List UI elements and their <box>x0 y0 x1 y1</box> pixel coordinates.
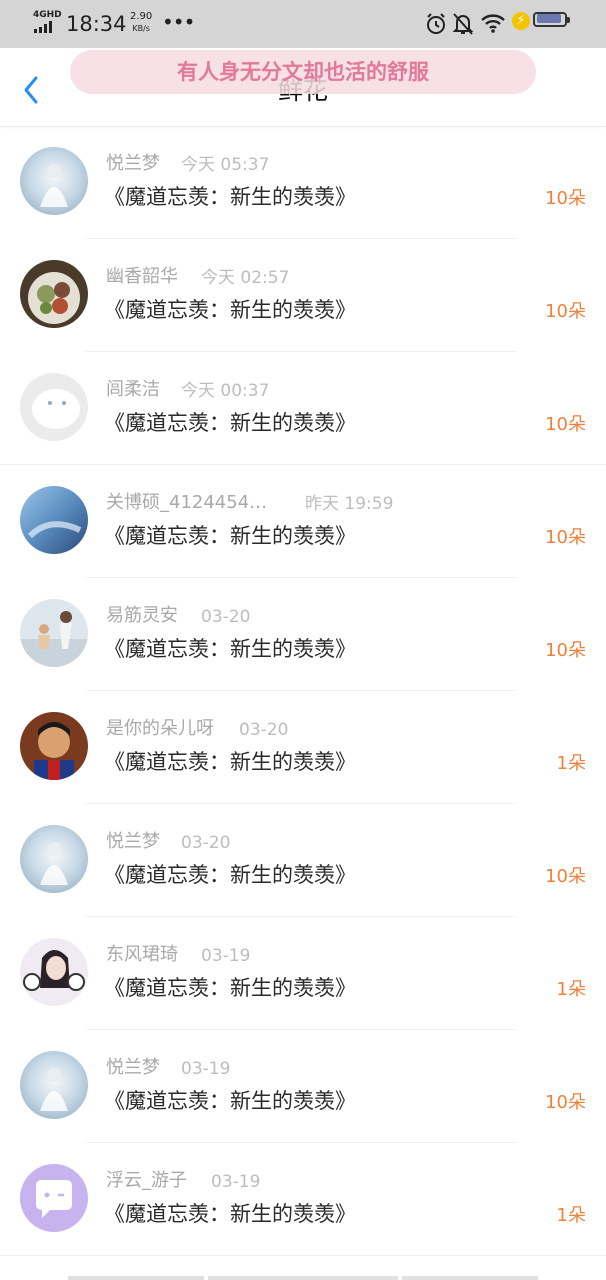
avatar[interactable] <box>20 260 88 328</box>
user-name[interactable]: 是你的朵儿呀 <box>106 717 214 741</box>
flower-count: 1朵 <box>556 753 586 774</box>
toast-message: 有人身无分文却也活的舒服 <box>70 50 536 94</box>
status-icons: ⚡ <box>424 12 574 36</box>
user-name[interactable]: 关博硕_4124454… <box>106 491 267 515</box>
list-item[interactable]: 东风珺琦 03-19 《魔道忘羡：新生的羡羡》 1朵 <box>0 917 606 1030</box>
user-name[interactable]: 悦兰梦 <box>106 830 160 854</box>
time: 03-20 <box>201 607 251 627</box>
flower-count: 1朵 <box>556 1205 586 1226</box>
flower-list: 悦兰梦 今天 05:37 《魔道忘羡：新生的羡羡》 10朵 幽香韶华 今天 02… <box>0 126 606 1256</box>
wifi-icon <box>480 12 506 38</box>
user-name[interactable]: 闾柔洁 <box>106 378 160 402</box>
list-item[interactable]: 浮云_游子 03-19 《魔道忘羡：新生的羡羡》 1朵 <box>0 1143 606 1256</box>
avatar[interactable] <box>20 599 88 667</box>
book-title[interactable]: 《魔道忘羡：新生的羡羡》 <box>104 1086 356 1116</box>
time: 03-20 <box>239 720 289 740</box>
avatar[interactable] <box>20 1164 88 1232</box>
list-item[interactable]: 悦兰梦 03-20 《魔道忘羡：新生的羡羡》 10朵 <box>0 804 606 917</box>
charging-icon: ⚡ <box>512 12 530 30</box>
network-type: 4GHD <box>33 10 62 20</box>
user-name[interactable]: 悦兰梦 <box>106 1056 160 1080</box>
book-title[interactable]: 《魔道忘羡：新生的羡羡》 <box>104 295 356 325</box>
avatar[interactable] <box>20 1051 88 1119</box>
user-name[interactable]: 易筋灵安 <box>106 604 178 628</box>
net-speed: 2.90 KB/s <box>130 11 152 35</box>
list-footer <box>0 1258 606 1280</box>
time: 今天 02:57 <box>201 268 290 288</box>
flower-count: 10朵 <box>545 414 586 435</box>
alarm-icon <box>424 12 448 40</box>
book-title[interactable]: 《魔道忘羡：新生的羡羡》 <box>104 1199 356 1229</box>
avatar[interactable] <box>20 373 88 441</box>
user-name[interactable]: 东风珺琦 <box>106 943 178 967</box>
list-item[interactable]: 悦兰梦 今天 05:37 《魔道忘羡：新生的羡羡》 10朵 <box>0 126 606 239</box>
book-title[interactable]: 《魔道忘羡：新生的羡羡》 <box>104 634 356 664</box>
flower-count: 10朵 <box>545 866 586 887</box>
list-item[interactable]: 悦兰梦 03-19 《魔道忘羡：新生的羡羡》 10朵 <box>0 1030 606 1143</box>
flower-count: 10朵 <box>545 640 586 661</box>
book-title[interactable]: 《魔道忘羡：新生的羡羡》 <box>104 408 356 438</box>
flower-count: 10朵 <box>545 188 586 209</box>
time: 今天 00:37 <box>181 381 270 401</box>
book-title[interactable]: 《魔道忘羡：新生的羡羡》 <box>104 747 356 777</box>
book-title[interactable]: 《魔道忘羡：新生的羡羡》 <box>104 521 356 551</box>
list-item[interactable]: 关博硕_4124454… 昨天 19:59 《魔道忘羡：新生的羡羡》 10朵 <box>0 465 606 578</box>
status-bar: 4GHD 18:34 2.90 KB/s ••• ⚡ <box>0 0 606 48</box>
more-notifications-icon: ••• <box>162 10 195 34</box>
list-item[interactable]: 是你的朵儿呀 03-20 《魔道忘羡：新生的羡羡》 1朵 <box>0 691 606 804</box>
avatar[interactable] <box>20 147 88 215</box>
avatar[interactable] <box>20 825 88 893</box>
time: 03-19 <box>181 1059 231 1079</box>
book-title[interactable]: 《魔道忘羡：新生的羡羡》 <box>104 973 356 1003</box>
time: 昨天 19:59 <box>305 494 394 514</box>
time: 03-20 <box>181 833 231 853</box>
header: 鲜花 有人身无分文却也活的舒服 <box>0 48 606 127</box>
flower-count: 10朵 <box>545 1092 586 1113</box>
avatar[interactable] <box>20 486 88 554</box>
net-speed-value: 2.90 <box>130 11 153 22</box>
list-item[interactable]: 幽香韶华 今天 02:57 《魔道忘羡：新生的羡羡》 10朵 <box>0 239 606 352</box>
user-name[interactable]: 幽香韶华 <box>106 265 178 289</box>
avatar[interactable] <box>20 938 88 1006</box>
net-speed-unit: KB/s <box>132 24 150 33</box>
list-item[interactable]: 闾柔洁 今天 00:37 《魔道忘羡：新生的羡羡》 10朵 <box>0 352 606 465</box>
clock: 18:34 <box>66 12 127 36</box>
flower-count: 10朵 <box>545 301 586 322</box>
book-title[interactable]: 《魔道忘羡：新生的羡羡》 <box>104 182 356 212</box>
time: 03-19 <box>201 946 251 966</box>
bell-off-icon <box>452 12 474 40</box>
flower-count: 10朵 <box>545 527 586 548</box>
avatar[interactable] <box>20 712 88 780</box>
time: 03-19 <box>211 1172 261 1192</box>
list-item[interactable]: 易筋灵安 03-20 《魔道忘羡：新生的羡羡》 10朵 <box>0 578 606 691</box>
user-name[interactable]: 浮云_游子 <box>106 1169 187 1193</box>
flower-count: 1朵 <box>556 979 586 1000</box>
battery-icon <box>533 12 570 27</box>
time: 今天 05:37 <box>181 155 270 175</box>
divider <box>0 1255 606 1256</box>
signal-icon <box>34 21 58 33</box>
book-title[interactable]: 《魔道忘羡：新生的羡羡》 <box>104 860 356 890</box>
user-name[interactable]: 悦兰梦 <box>106 152 160 176</box>
